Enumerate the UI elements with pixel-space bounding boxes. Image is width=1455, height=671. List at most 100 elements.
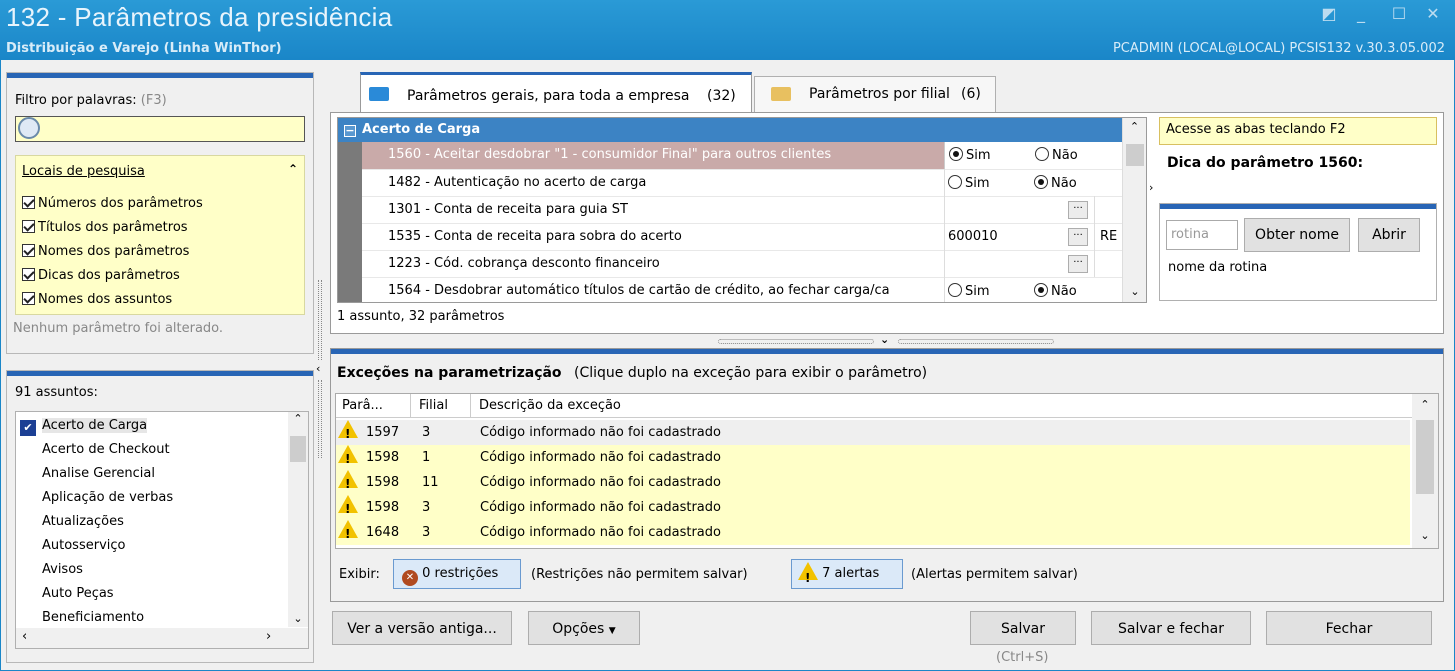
warning-icon (798, 562, 818, 592)
tab-branch[interactable]: Parâmetros por filial (6) (754, 76, 996, 112)
filter-input[interactable] (15, 116, 305, 142)
table-row[interactable]: 1598 11 Código informado não foi cadastr… (336, 470, 1410, 497)
lookup-button[interactable]: ··· (1068, 255, 1088, 273)
radio-nao[interactable]: Não (1035, 147, 1078, 163)
restrictions-label: 0 restrições (422, 566, 499, 581)
subject-item[interactable]: ✔ Acerto de Carga (20, 414, 285, 438)
subject-item[interactable]: Autosserviço (20, 534, 285, 558)
option-subjects[interactable]: Nomes dos assuntos (22, 288, 203, 312)
subject-item[interactable]: Analise Gerencial (20, 462, 285, 486)
radio-icon[interactable] (948, 175, 962, 189)
old-version-button[interactable]: Ver a versão antiga... (332, 611, 512, 645)
save-close-button[interactable]: Salvar e fechar (1091, 611, 1251, 645)
radio-label: Sim (966, 148, 991, 163)
radio-icon[interactable] (1035, 147, 1049, 161)
subjects-count: 91 assuntos: (15, 385, 98, 400)
close-button[interactable]: Fechar (1266, 611, 1432, 645)
scroll-thumb[interactable] (1126, 144, 1144, 166)
grid-rows: 1560 - Aceitar desdobrar "1 - consumidor… (362, 142, 1122, 302)
radio-sim[interactable]: Sim (949, 147, 991, 163)
lookup-button[interactable]: ··· (1068, 201, 1088, 219)
col-param[interactable]: Parâ... (342, 394, 383, 418)
checkbox-icon[interactable] (22, 292, 35, 305)
grid-row[interactable]: 1223 - Cód. cobrança desconto financeiro… (362, 250, 1122, 277)
collapse-down-icon[interactable]: ⌄ (880, 333, 889, 346)
checkbox-icon[interactable] (22, 220, 35, 233)
scroll-up-icon[interactable]: ⌃ (288, 412, 308, 425)
lookup-button[interactable]: ··· (1068, 228, 1088, 246)
radio-icon[interactable] (1034, 175, 1048, 189)
group-header[interactable]: − Acerto de Carga (338, 118, 1122, 142)
options-button[interactable]: Opções ▼ (528, 611, 640, 645)
scroll-up-icon[interactable]: ⌃ (1123, 120, 1146, 133)
checkbox-icon[interactable] (22, 268, 35, 281)
option-names[interactable]: Nomes dos parâmetros (22, 240, 203, 264)
checkbox-icon[interactable] (22, 244, 35, 257)
minimize-icon[interactable]: _ (1352, 6, 1370, 22)
grid-scrollbar[interactable]: ⌃ ⌄ (1122, 118, 1146, 302)
grid-row[interactable]: 1564 - Desdobrar automático títulos de c… (362, 277, 1122, 302)
scroll-up-icon[interactable]: ⌃ (1412, 398, 1438, 411)
tab-general-label: Parâmetros gerais, para toda a empresa (407, 88, 690, 104)
exceptions-scrollbar[interactable]: ⌃ ⌄ (1412, 394, 1438, 548)
tab-general[interactable]: Parâmetros gerais, para toda a empresa (… (360, 72, 752, 114)
open-button[interactable]: Abrir (1358, 218, 1420, 252)
col-filial[interactable]: Filial (410, 394, 448, 418)
collapse-tip-icon[interactable]: › (1149, 181, 1153, 194)
scroll-down-icon[interactable]: ⌄ (1412, 529, 1438, 542)
subject-item[interactable]: Acerto de Checkout (20, 438, 285, 462)
scroll-right-icon[interactable]: › (266, 629, 271, 644)
subject-item[interactable]: Aplicação de verbas (20, 486, 285, 510)
radio-nao[interactable]: Não (1034, 175, 1077, 191)
grid-row[interactable]: 1535 - Conta de receita para sobra do ac… (362, 223, 1122, 250)
save-button[interactable]: Salvar (970, 611, 1076, 645)
restrictions-button[interactable]: ✕ 0 restrições (393, 559, 521, 589)
grid-row[interactable]: 1482 - Autenticação no acerto de carga S… (362, 169, 1122, 196)
option-tips[interactable]: Dicas dos parâmetros (22, 264, 203, 288)
get-name-button[interactable]: Obter nome (1244, 218, 1350, 252)
table-row[interactable]: 1598 3 Código informado não foi cadastra… (336, 495, 1410, 522)
option-titles[interactable]: Títulos dos parâmetros (22, 216, 203, 240)
error-icon: ✕ (402, 570, 418, 586)
scroll-thumb[interactable] (290, 436, 306, 462)
row-param: 1648 (366, 525, 400, 540)
radio-icon[interactable] (948, 283, 962, 297)
collapse-icon[interactable]: ⌃ (288, 162, 298, 176)
vertical-scrollbar[interactable]: ⌃ ⌄ (288, 412, 308, 627)
param-value[interactable]: 600010 (948, 229, 998, 244)
col-desc[interactable]: Descrição da exceção (470, 394, 621, 418)
subject-item[interactable]: Avisos (20, 558, 285, 582)
alerts-button[interactable]: 7 alertas (791, 559, 903, 592)
close-icon[interactable]: ✕ (1424, 6, 1442, 22)
subjects-list[interactable]: ✔ Acerto de Carga Acerto de Checkout Anal… (15, 411, 309, 649)
horizontal-scrollbar[interactable]: ‹ › (16, 628, 308, 648)
radio-nao[interactable]: Não (1034, 283, 1077, 299)
collapse-group-icon[interactable]: − (344, 125, 356, 137)
routine-input[interactable]: rotina (1166, 220, 1238, 250)
radio-icon[interactable] (1034, 283, 1048, 297)
subject-item[interactable]: Auto Peças (20, 582, 285, 606)
maximize-icon[interactable]: ☐ (1390, 6, 1408, 22)
collapse-left-icon[interactable]: ‹ (316, 362, 320, 375)
tab-branch-count: (6) (961, 86, 981, 102)
table-row[interactable]: 1597 3 Código informado não foi cadastra… (336, 420, 1410, 447)
grid-row[interactable]: 1301 - Conta de receita para guia ST ··· (362, 196, 1122, 223)
radio-sim[interactable]: Sim (948, 175, 990, 191)
exceptions-table: Parâ... Filial Descrição da exceção 1597… (335, 393, 1439, 549)
radio-icon[interactable] (949, 147, 963, 161)
subject-item[interactable]: Atualizações (20, 510, 285, 534)
radio-sim[interactable]: Sim (948, 283, 990, 299)
restore-icon[interactable]: ◩ (1320, 6, 1338, 22)
checkbox-icon[interactable] (22, 196, 35, 209)
option-numbers[interactable]: Números dos parâmetros (22, 192, 203, 216)
table-row[interactable]: 1598 1 Código informado não foi cadastra… (336, 445, 1410, 472)
scroll-thumb[interactable] (1416, 420, 1434, 494)
subject-item[interactable]: Beneficiamento (20, 606, 285, 630)
param-label: 1535 - Conta de receita para sobra do ac… (388, 229, 682, 244)
scroll-down-icon[interactable]: ⌄ (288, 612, 308, 625)
scroll-down-icon[interactable]: ⌄ (1123, 285, 1146, 298)
vertical-splitter[interactable]: ‹ (314, 280, 326, 460)
scroll-left-icon[interactable]: ‹ (22, 629, 27, 644)
horizontal-splitter[interactable]: ⌄ (718, 333, 1056, 346)
table-row[interactable]: 1648 3 Código informado não foi cadastra… (336, 520, 1410, 547)
